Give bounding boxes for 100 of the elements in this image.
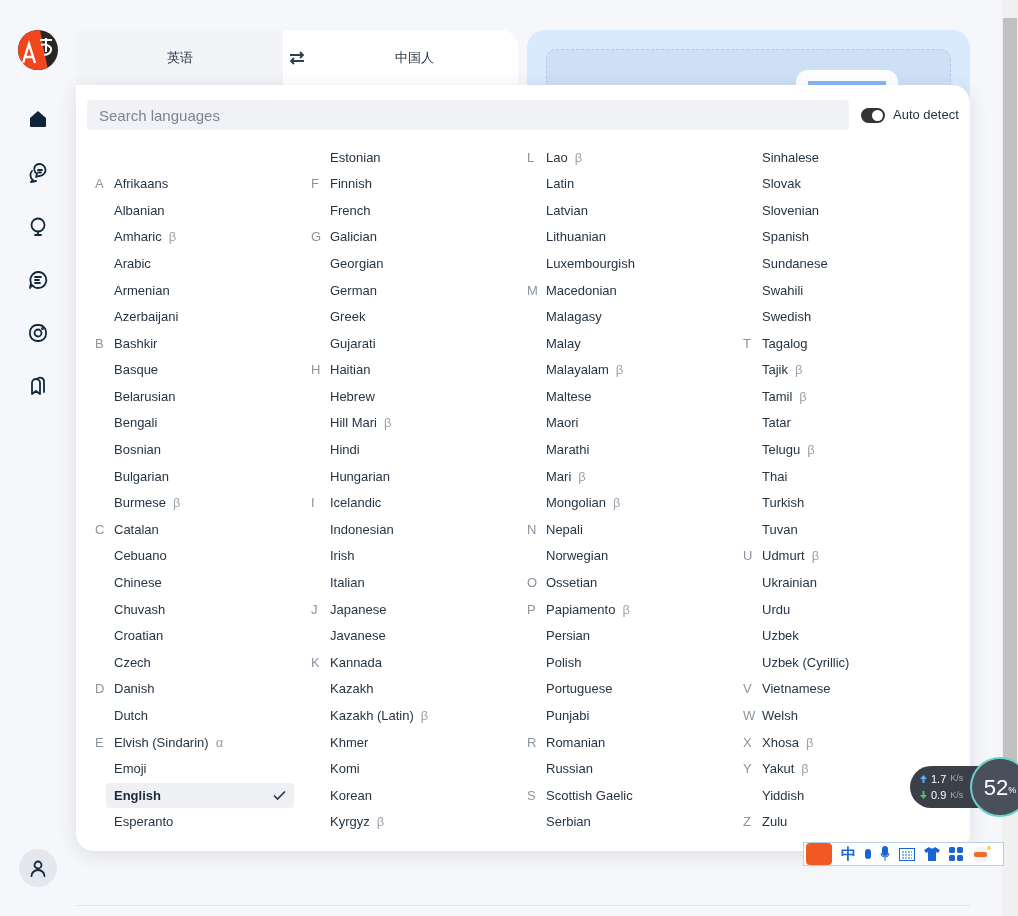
language-option[interactable]: Tuvan bbox=[754, 517, 806, 543]
language-option[interactable]: Basque bbox=[106, 357, 167, 383]
language-option[interactable]: Haitian bbox=[322, 357, 379, 383]
language-option[interactable]: Kazakh bbox=[322, 676, 382, 702]
language-option[interactable]: Urdu bbox=[754, 596, 799, 622]
language-option[interactable]: Lao β bbox=[538, 144, 591, 170]
language-option[interactable]: Latin bbox=[538, 171, 583, 197]
language-option[interactable]: Georgian bbox=[322, 251, 392, 277]
language-option[interactable]: Slovenian bbox=[754, 198, 828, 223]
language-option[interactable]: Lithuanian bbox=[538, 224, 614, 250]
language-option[interactable]: Papiamento β bbox=[538, 596, 638, 622]
language-option[interactable]: Italian bbox=[322, 570, 373, 596]
language-option[interactable]: Albanian bbox=[106, 198, 173, 223]
language-option[interactable]: Portuguese bbox=[538, 676, 621, 702]
language-option[interactable]: Russian bbox=[538, 756, 601, 782]
language-option[interactable]: Esperanto bbox=[106, 809, 182, 835]
language-option[interactable]: Welsh bbox=[754, 703, 806, 729]
language-option[interactable]: Malay bbox=[538, 330, 589, 356]
language-option[interactable]: Hill Mari β bbox=[322, 410, 400, 436]
language-option[interactable]: Tagalog bbox=[754, 330, 816, 356]
language-option[interactable]: Burmese β bbox=[106, 490, 189, 516]
language-option[interactable]: Cebuano bbox=[106, 543, 175, 569]
language-option[interactable]: Estonian bbox=[322, 144, 389, 170]
language-option[interactable]: Malagasy bbox=[538, 304, 610, 330]
language-option[interactable]: Ossetian bbox=[538, 570, 606, 596]
language-option[interactable]: Hindi bbox=[322, 437, 368, 463]
language-option[interactable]: Amharic β bbox=[106, 224, 185, 250]
language-option[interactable]: Chinese bbox=[106, 570, 170, 596]
language-option[interactable]: Slovak bbox=[754, 171, 810, 197]
language-option[interactable]: Elvish (Sindarin) α bbox=[106, 729, 232, 755]
language-option[interactable]: Tamil β bbox=[754, 384, 815, 410]
language-option[interactable]: Zulu bbox=[754, 809, 796, 835]
language-option[interactable]: Kyrgyz β bbox=[322, 809, 393, 835]
language-option[interactable]: English bbox=[106, 783, 294, 809]
language-option[interactable]: Japanese bbox=[322, 596, 395, 622]
language-option[interactable]: Hebrew bbox=[322, 384, 383, 410]
language-option[interactable]: Sundanese bbox=[754, 251, 836, 277]
language-option[interactable]: Xhosa β bbox=[754, 729, 822, 755]
language-option[interactable]: Kannada bbox=[322, 650, 391, 676]
language-option[interactable]: Bengali bbox=[106, 410, 166, 436]
language-option[interactable]: Mongolian β bbox=[538, 490, 629, 516]
language-option[interactable]: Arabic bbox=[106, 251, 159, 277]
language-option[interactable]: Khmer bbox=[322, 729, 377, 755]
language-option[interactable]: Irish bbox=[322, 543, 363, 569]
language-option[interactable]: Thai bbox=[754, 463, 796, 489]
language-option[interactable]: Macedonian bbox=[538, 277, 625, 303]
language-option[interactable]: Mari β bbox=[538, 463, 594, 489]
search-field[interactable]: Search languages bbox=[87, 100, 849, 130]
language-option[interactable]: Yiddish bbox=[754, 783, 813, 809]
language-option[interactable]: Yakut β bbox=[754, 756, 817, 782]
language-option[interactable]: Scottish Gaelic bbox=[538, 783, 641, 809]
language-option[interactable]: French bbox=[322, 198, 379, 223]
language-option[interactable]: Uzbek (Cyrillic) bbox=[754, 650, 858, 676]
language-option[interactable]: Indonesian bbox=[322, 517, 402, 543]
language-option[interactable]: Galician bbox=[322, 224, 385, 250]
language-option[interactable]: Malayalam β bbox=[538, 357, 632, 383]
language-option[interactable]: Luxembourgish bbox=[538, 251, 643, 277]
language-option[interactable]: Vietnamese bbox=[754, 676, 839, 702]
language-option[interactable]: Latvian bbox=[538, 198, 596, 223]
language-option[interactable]: Czech bbox=[106, 650, 159, 676]
language-option[interactable]: Punjabi bbox=[538, 703, 598, 729]
language-option[interactable]: Finnish bbox=[322, 171, 380, 197]
language-option[interactable]: Armenian bbox=[106, 277, 178, 303]
language-option[interactable]: Hungarian bbox=[322, 463, 398, 489]
language-option[interactable]: Maltese bbox=[538, 384, 600, 410]
language-option[interactable]: Tatar bbox=[754, 410, 799, 436]
language-option[interactable]: Nepali bbox=[538, 517, 591, 543]
auto-detect-toggle[interactable]: Auto detect bbox=[861, 105, 959, 125]
language-option[interactable]: Afrikaans bbox=[106, 171, 177, 197]
language-option[interactable]: Gujarati bbox=[322, 330, 384, 356]
language-option[interactable]: Danish bbox=[106, 676, 163, 702]
language-option[interactable]: Croatian bbox=[106, 623, 172, 649]
language-option[interactable]: Korean bbox=[322, 783, 380, 809]
language-option[interactable]: Emoji bbox=[106, 756, 155, 782]
language-option[interactable]: Telugu β bbox=[754, 437, 823, 463]
language-option[interactable]: Udmurt β bbox=[754, 543, 828, 569]
language-option[interactable]: Ukrainian bbox=[754, 570, 825, 596]
language-tab[interactable]: 英语 bbox=[76, 30, 283, 85]
language-option[interactable]: Bosnian bbox=[106, 437, 169, 463]
language-option[interactable]: Persian bbox=[538, 623, 599, 649]
language-option[interactable]: Maori bbox=[538, 410, 587, 436]
language-option[interactable]: Catalan bbox=[106, 517, 167, 543]
input-mode[interactable]: 中 bbox=[841, 842, 856, 866]
language-option[interactable]: Icelandic bbox=[322, 490, 390, 516]
language-option[interactable]: Kazakh (Latin) β bbox=[322, 703, 437, 729]
language-option[interactable]: Uzbek bbox=[754, 623, 807, 649]
language-option[interactable]: Romanian bbox=[538, 729, 614, 755]
language-option[interactable]: Chuvash bbox=[106, 596, 174, 622]
language-option[interactable]: Swedish bbox=[754, 304, 820, 330]
language-option[interactable]: Tajik β bbox=[754, 357, 811, 383]
language-option[interactable]: Belarusian bbox=[106, 384, 184, 410]
language-option[interactable]: Komi bbox=[322, 756, 368, 782]
language-option[interactable]: Javanese bbox=[322, 623, 394, 649]
language-option[interactable]: Azerbaijani bbox=[106, 304, 187, 330]
language-option[interactable]: Swahili bbox=[754, 277, 812, 303]
language-option[interactable]: Marathi bbox=[538, 437, 598, 463]
language-option[interactable]: Dutch bbox=[106, 703, 156, 729]
language-option[interactable]: Greek bbox=[322, 304, 374, 330]
language-option[interactable]: Bulgarian bbox=[106, 463, 177, 489]
language-option[interactable]: Bashkir bbox=[106, 330, 166, 356]
